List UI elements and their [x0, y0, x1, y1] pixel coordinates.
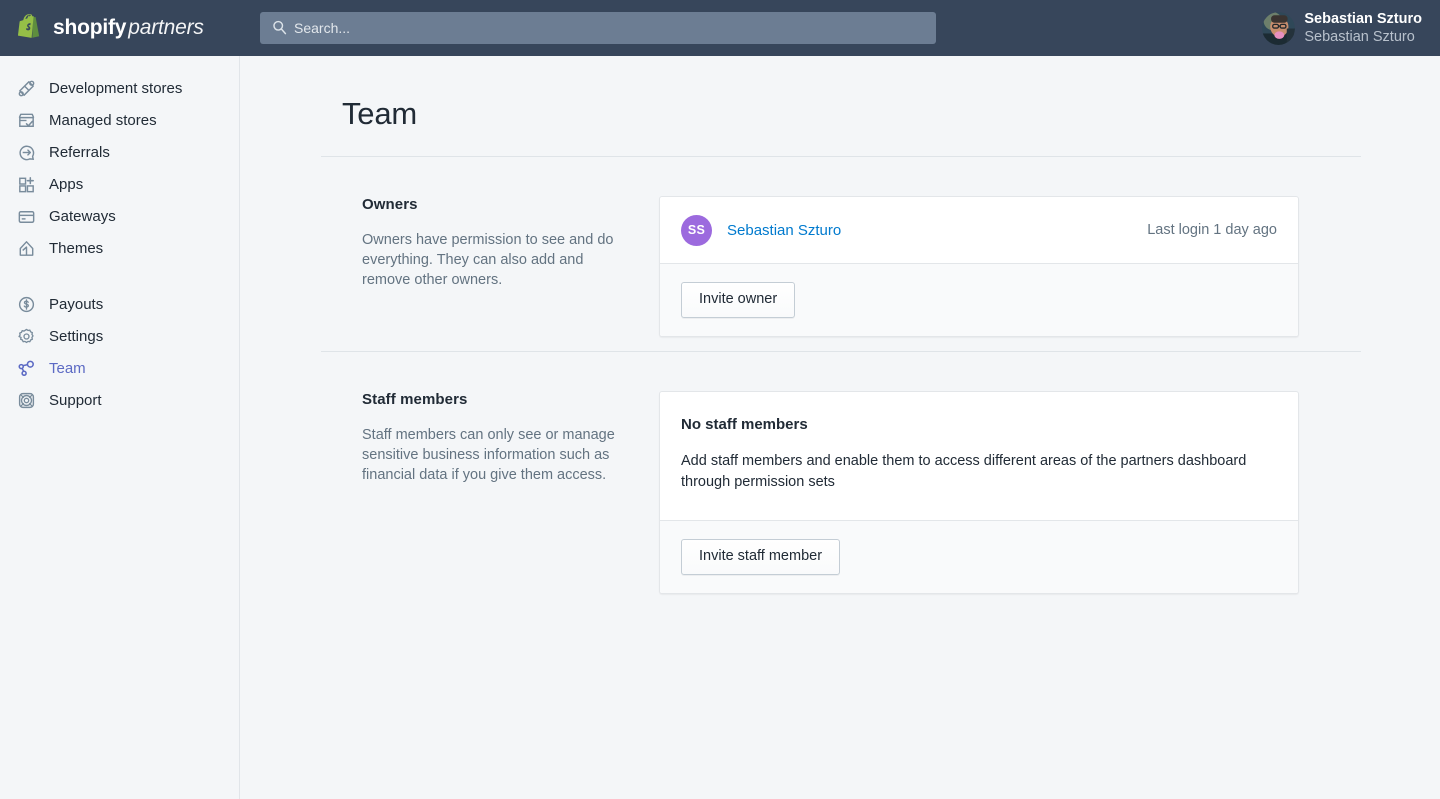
main-content: Team Owners Owners have permission to se…: [241, 56, 1440, 799]
title-divider: [321, 156, 1361, 157]
staff-section-info: Staff members Staff members can only see…: [321, 391, 659, 594]
sidebar-item-team[interactable]: Team: [0, 352, 239, 384]
user-menu[interactable]: Sebastian Szturo Sebastian Szturo: [1256, 7, 1428, 49]
sidebar-item-label: Settings: [49, 327, 104, 345]
sidebar-item-label: Managed stores: [49, 111, 157, 129]
sidebar-item-development-stores[interactable]: Development stores: [0, 72, 239, 104]
sidebar: Development stores Managed stores Referr…: [0, 56, 240, 799]
staff-empty-state: No staff members Add staff members and e…: [660, 392, 1298, 520]
invite-staff-member-button[interactable]: Invite staff member: [681, 539, 841, 575]
owners-card: SS Sebastian Szturo Last login 1 day ago…: [659, 196, 1299, 337]
sidebar-item-managed-stores[interactable]: Managed stores: [0, 104, 239, 136]
staff-empty-title: No staff members: [681, 416, 808, 433]
sidebar-item-support[interactable]: Support: [0, 384, 239, 416]
brand-name-bold: shopify: [53, 16, 127, 39]
avatar: [1262, 11, 1296, 45]
search-bar[interactable]: [260, 12, 936, 44]
user-display-name: Sebastian Szturo: [1304, 10, 1422, 27]
payouts-icon: [18, 296, 35, 312]
staff-heading: Staff members: [362, 391, 468, 408]
managed-stores-icon: [18, 113, 35, 127]
sidebar-item-apps[interactable]: Apps: [0, 168, 239, 200]
owner-last-login: Last login 1 day ago: [1147, 222, 1277, 238]
top-bar: shopifypartners Seba: [0, 0, 1440, 56]
sidebar-item-themes[interactable]: Themes: [0, 232, 239, 264]
gateways-icon: [18, 210, 35, 223]
shopify-bag-icon: [18, 13, 40, 38]
table-row[interactable]: SS Sebastian Szturo Last login 1 day ago: [660, 197, 1298, 263]
owners-description: Owners have permission to see and do eve…: [362, 232, 614, 288]
page-title: Team: [342, 96, 418, 131]
owners-heading: Owners: [362, 196, 418, 213]
owners-section: Owners Owners have permission to see and…: [321, 196, 1299, 337]
user-name-block: Sebastian Szturo Sebastian Szturo: [1304, 10, 1422, 46]
apps-icon: [19, 176, 34, 192]
sidebar-group-divider: [0, 264, 239, 288]
sidebar-item-label: Apps: [49, 175, 84, 193]
referrals-icon: [19, 145, 35, 160]
search-input[interactable]: [260, 12, 936, 44]
sidebar-item-label: Development stores: [49, 79, 183, 97]
sidebar-item-referrals[interactable]: Referrals: [0, 136, 239, 168]
sidebar-item-payouts[interactable]: Payouts: [0, 288, 239, 320]
sidebar-item-label: Gateways: [49, 207, 116, 225]
sidebar-item-label: Themes: [49, 239, 104, 257]
invite-owner-button[interactable]: Invite owner: [681, 282, 796, 318]
section-divider: [321, 351, 1361, 352]
settings-gear-icon: [18, 328, 34, 343]
sidebar-item-label: Referrals: [49, 143, 110, 161]
staff-section: Staff members Staff members can only see…: [321, 391, 1299, 594]
owners-section-info: Owners Owners have permission to see and…: [321, 196, 659, 337]
staff-empty-text: Add staff members and enable them to acc…: [681, 453, 1247, 490]
staff-card-footer: Invite staff member: [660, 520, 1298, 593]
user-account-name: Sebastian Szturo: [1304, 29, 1415, 45]
owner-name-link[interactable]: Sebastian Szturo: [727, 222, 841, 239]
themes-icon: [19, 240, 34, 256]
owners-list: SS Sebastian Szturo Last login 1 day ago: [660, 197, 1298, 263]
sidebar-item-label: Payouts: [49, 295, 104, 313]
sidebar-item-label: Team: [49, 359, 86, 377]
development-stores-icon: [18, 80, 35, 96]
support-lifebuoy-icon: [18, 392, 35, 408]
owner-initials-avatar: SS: [681, 214, 712, 246]
owners-card-footer: Invite owner: [660, 263, 1298, 336]
brand-wordmark: shopifypartners: [53, 16, 204, 40]
team-nodes-icon: [18, 360, 34, 376]
sidebar-item-gateways[interactable]: Gateways: [0, 200, 239, 232]
brand-name-light: partners: [128, 16, 204, 39]
staff-description: Staff members can only see or manage sen…: [362, 427, 615, 483]
sidebar-item-settings[interactable]: Settings: [0, 320, 239, 352]
brand-logo[interactable]: shopifypartners: [0, 0, 240, 56]
staff-card: No staff members Add staff members and e…: [659, 391, 1299, 594]
sidebar-item-label: Support: [49, 391, 102, 409]
